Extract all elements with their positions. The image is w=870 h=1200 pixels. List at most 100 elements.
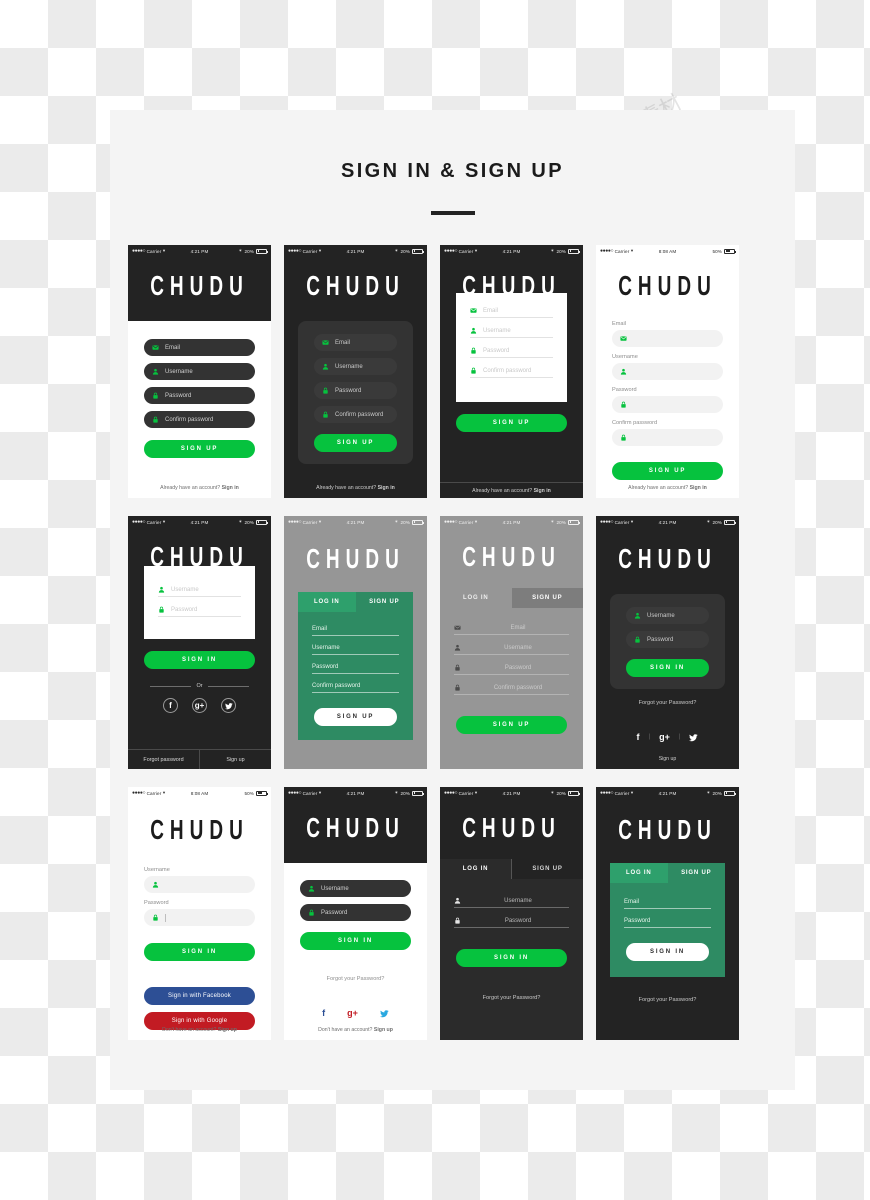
sign-in-button[interactable]: SIGN IN <box>144 651 255 669</box>
password-field[interactable]: Password <box>312 664 399 674</box>
username-label: Username <box>144 867 170 873</box>
password-field[interactable]: Password <box>454 917 569 928</box>
username-field[interactable]: Username <box>312 645 399 655</box>
confirm-password-field[interactable]: Confirm password <box>312 683 399 693</box>
tab-log-in[interactable]: LOG IN <box>298 592 356 612</box>
facebook-icon[interactable]: f <box>322 1008 325 1018</box>
password-field[interactable]: Password <box>624 918 711 928</box>
forgot-password-link[interactable]: Forgot your Password? <box>284 976 427 982</box>
password-field[interactable] <box>144 909 255 926</box>
email-field[interactable]: Email <box>454 624 569 635</box>
footnote-text: Already have an account? <box>160 485 222 491</box>
sign-up-button[interactable]: SIGN UP <box>612 462 723 480</box>
username-placeholder: Username <box>483 327 511 334</box>
sign-up-button[interactable]: SIGN UP <box>314 434 397 452</box>
bluetooth-icon: ✶ <box>550 248 555 253</box>
forgot-password-link[interactable]: Forgot your Password? <box>596 997 739 1003</box>
carrier-label: Carrier <box>146 519 162 525</box>
username-field[interactable]: Username <box>144 363 255 380</box>
forgot-password-link[interactable]: Forgot your Password? <box>596 700 739 706</box>
carrier-label: Carrier <box>458 248 474 254</box>
user-icon <box>152 368 159 375</box>
password-field[interactable]: Password <box>300 904 411 921</box>
confirm-password-field[interactable]: Confirm password <box>314 406 397 423</box>
carrier-label: Carrier <box>458 519 474 525</box>
password-field[interactable]: Password <box>314 382 397 399</box>
twitter-icon[interactable] <box>221 698 236 713</box>
facebook-icon[interactable]: f <box>637 732 640 742</box>
sign-in-button[interactable]: SIGN IN <box>626 943 709 961</box>
confirm-password-placeholder: Confirm password <box>483 367 532 374</box>
email-field[interactable]: Email <box>470 307 553 318</box>
username-field[interactable]: Username <box>158 586 241 597</box>
confirm-password-field[interactable] <box>612 429 723 446</box>
tab-log-in[interactable]: LOG IN <box>610 863 668 883</box>
username-field[interactable]: Username <box>300 880 411 897</box>
tab-sign-up[interactable]: SIGN UP <box>667 863 725 883</box>
email-field[interactable]: Email <box>314 334 397 351</box>
sign-in-link[interactable]: Sign in <box>534 488 551 494</box>
tab-sign-up[interactable]: SIGN UP <box>511 588 583 608</box>
password-field[interactable]: Password <box>158 606 241 617</box>
username-field[interactable]: Username <box>454 644 569 655</box>
tab-sign-up[interactable]: SIGN UP <box>512 859 583 879</box>
tab-log-in[interactable]: LOG IN <box>440 588 512 608</box>
forgot-password-link[interactable]: Forgot your Password? <box>440 995 583 1001</box>
signin-footnote[interactable]: Already have an account? Sign in <box>284 485 427 491</box>
signin-footnote[interactable]: Already have an account? Sign in <box>128 485 271 491</box>
password-field[interactable] <box>612 396 723 413</box>
confirm-password-field[interactable]: Confirm password <box>454 684 569 695</box>
google-plus-icon[interactable]: g+ <box>347 1008 358 1018</box>
email-field[interactable]: Email <box>624 899 711 909</box>
sign-in-link[interactable]: Sign in <box>378 485 395 491</box>
username-field[interactable]: Username <box>454 897 569 908</box>
twitter-icon[interactable] <box>379 1009 389 1018</box>
signup-footnote[interactable]: Don't have an account? Sign up <box>128 1027 271 1033</box>
sign-in-link[interactable]: Sign in <box>690 485 707 491</box>
facebook-sign-in-button[interactable]: Sign in with Facebook <box>144 987 255 1005</box>
username-field[interactable] <box>144 876 255 893</box>
email-field[interactable]: Email <box>144 339 255 356</box>
facebook-icon[interactable]: f <box>163 698 178 713</box>
password-field[interactable]: Password <box>470 347 553 358</box>
sign-in-button[interactable]: SIGN IN <box>626 659 709 677</box>
google-plus-icon[interactable]: g+ <box>659 732 670 742</box>
confirm-password-field[interactable]: Confirm password <box>470 367 553 378</box>
signup-footnote[interactable]: Don't have an account? Sign up <box>284 1027 427 1033</box>
sign-up-link[interactable]: Sign up <box>218 1027 237 1033</box>
sign-up-button[interactable]: SIGN UP <box>456 414 567 432</box>
email-field[interactable] <box>612 330 723 347</box>
twitter-icon[interactable] <box>689 733 698 742</box>
username-field[interactable]: Username <box>626 607 709 624</box>
forgot-password-link[interactable]: Forgot password <box>128 750 200 769</box>
user-icon <box>470 327 477 334</box>
sign-up-button[interactable]: SIGN UP <box>456 716 567 734</box>
signin-footnote[interactable]: Already have an account? Sign in <box>596 485 739 491</box>
battery-percent: 20% <box>244 248 254 254</box>
email-placeholder: Email <box>335 339 351 346</box>
carrier-label: Carrier <box>458 790 474 796</box>
sign-up-link[interactable]: Sign up <box>200 750 271 769</box>
sign-up-link[interactable]: Sign up <box>596 756 739 762</box>
sign-up-button[interactable]: SIGN UP <box>144 440 255 458</box>
email-field[interactable]: Email <box>312 626 399 636</box>
password-field[interactable]: Password <box>144 387 255 404</box>
password-field[interactable]: Password <box>454 664 569 675</box>
footnote-text: Already have an account? <box>628 485 690 491</box>
tab-sign-up[interactable]: SIGN UP <box>355 592 413 612</box>
sign-in-button[interactable]: SIGN IN <box>456 949 567 967</box>
username-field[interactable]: Username <box>314 358 397 375</box>
username-field[interactable]: Username <box>470 327 553 338</box>
password-field[interactable]: Password <box>626 631 709 648</box>
email-placeholder: Email <box>165 344 181 351</box>
sign-in-button[interactable]: SIGN IN <box>144 943 255 961</box>
sign-in-link[interactable]: Sign in <box>222 485 239 491</box>
username-field[interactable] <box>612 363 723 380</box>
google-plus-icon[interactable]: g+ <box>192 698 207 713</box>
sign-up-button[interactable]: SIGN UP <box>314 708 397 726</box>
tab-log-in[interactable]: LOG IN <box>440 859 512 879</box>
sign-in-button[interactable]: SIGN IN <box>300 932 411 950</box>
confirm-password-field[interactable]: Confirm password <box>144 411 255 428</box>
signin-footnote[interactable]: Already have an account? Sign in <box>440 482 583 494</box>
sign-up-link[interactable]: Sign up <box>374 1027 393 1033</box>
